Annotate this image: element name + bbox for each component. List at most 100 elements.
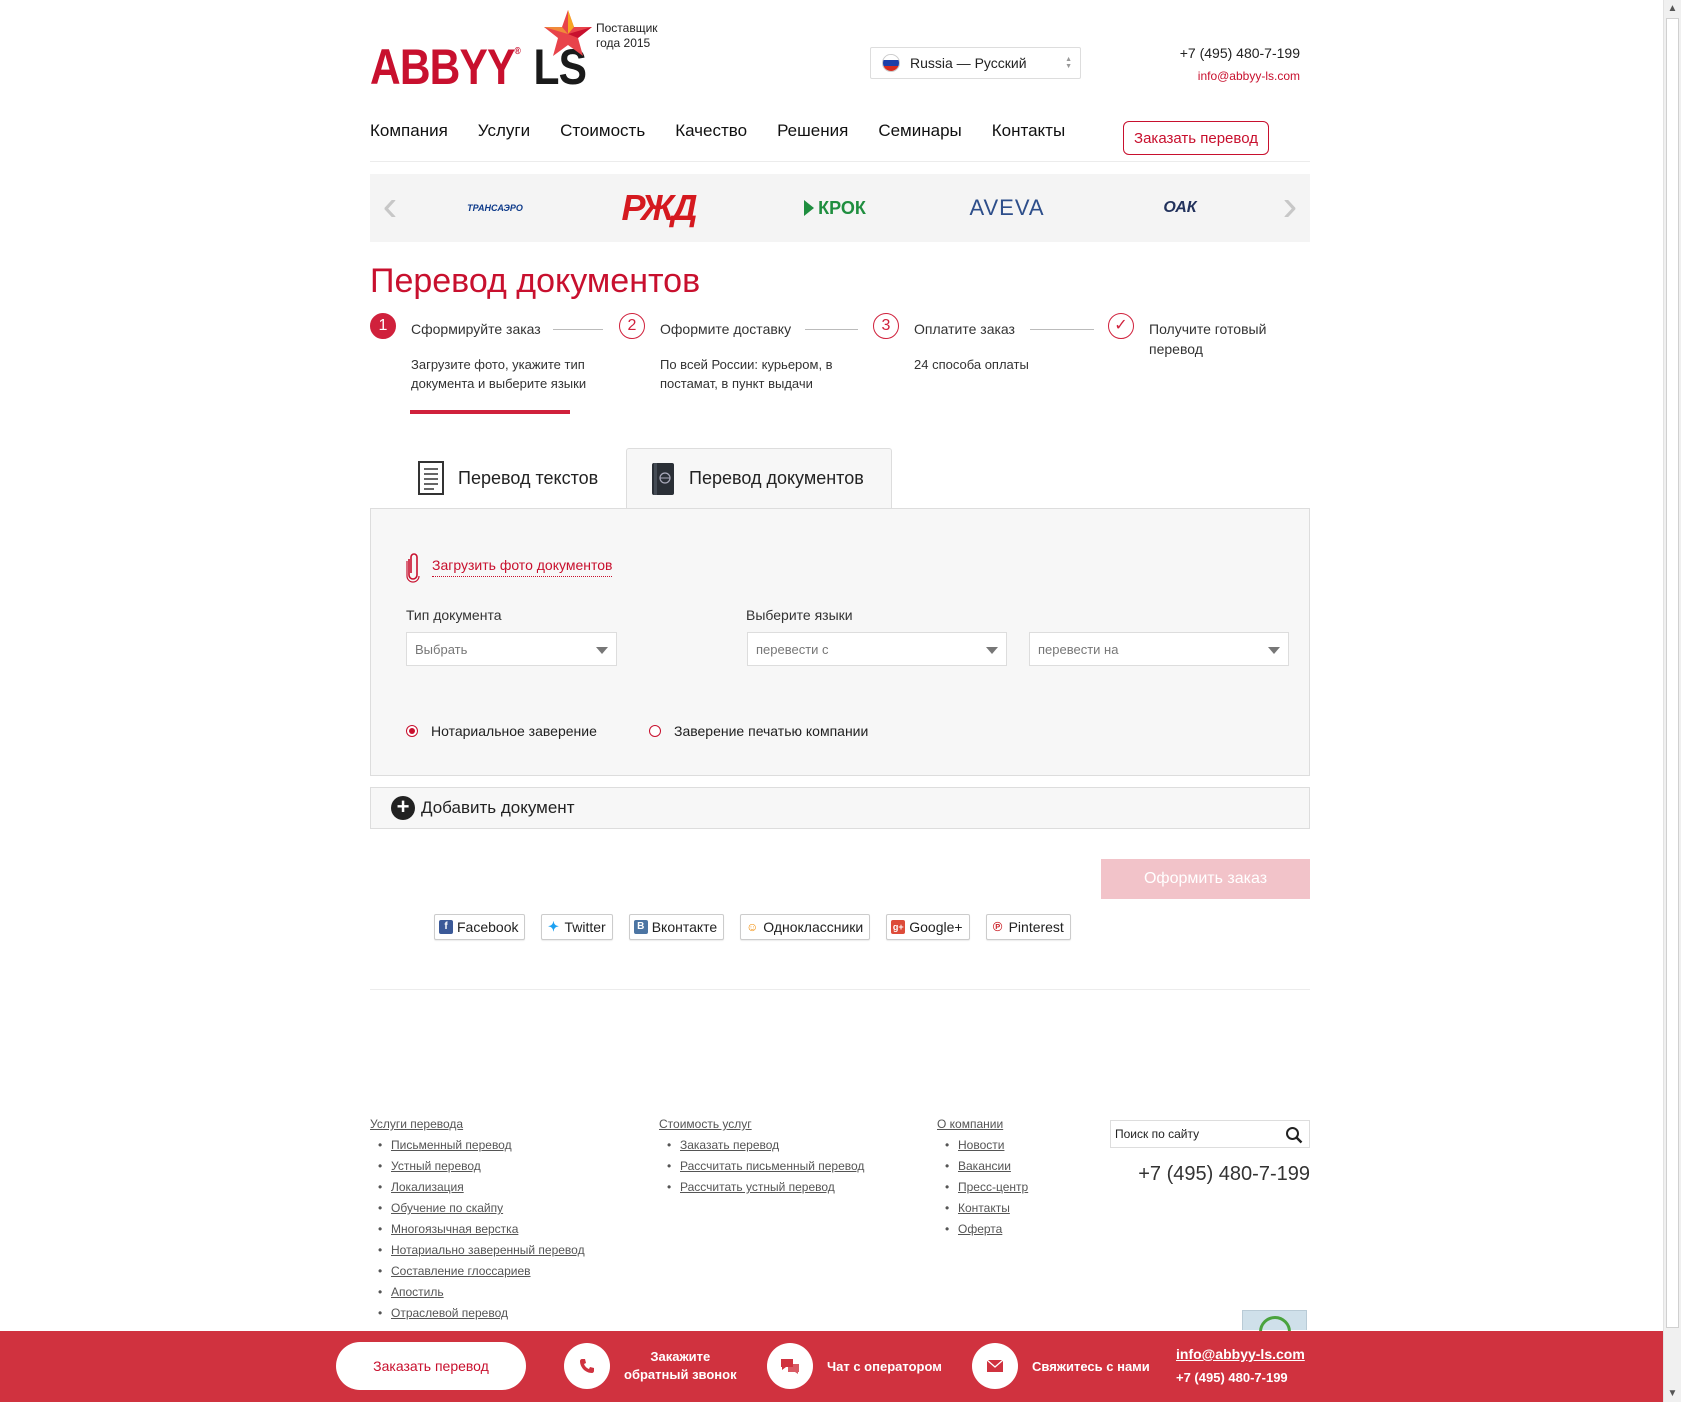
registered-mark: ® xyxy=(514,46,521,57)
bar-order-button[interactable]: Заказать перевод xyxy=(336,1342,526,1390)
target-language-placeholder: перевести на xyxy=(1038,641,1119,657)
footer-company-heading[interactable]: О компании xyxy=(937,1117,1028,1132)
bar-contact-button[interactable]: Свяжитесь с нами xyxy=(972,1343,1150,1389)
nav-item-pricing[interactable]: Стоимость xyxy=(560,121,645,141)
share-facebook-label: Facebook xyxy=(457,919,519,935)
radio-company-seal-control[interactable] xyxy=(649,725,661,737)
footer-link-label: Апостиль xyxy=(391,1285,444,1299)
footer-link-label: Письменный перевод xyxy=(391,1138,512,1152)
share-odnoklassniki-label: Одноклассники xyxy=(763,919,864,935)
target-language-select[interactable]: перевести на xyxy=(1029,632,1289,666)
footer-link-label: Обучение по скайпу xyxy=(391,1201,504,1215)
select-updown-icon: ▲ ▼ xyxy=(1065,56,1072,70)
footer-link[interactable]: Пресс-центр xyxy=(937,1180,1028,1195)
footer-link[interactable]: Обучение по скайпу xyxy=(370,1201,585,1216)
bar-email-link[interactable]: info@abbyy-ls.com xyxy=(1176,1342,1305,1366)
add-document-button[interactable]: + Добавить документ xyxy=(370,787,1310,829)
footer-link[interactable]: Составление глоссариев xyxy=(370,1264,585,1279)
client-logo-aveva: AVEVA xyxy=(969,195,1045,220)
footer-link[interactable]: Устный перевод xyxy=(370,1159,585,1174)
footer-phone[interactable]: +7 (495) 480-7-199 xyxy=(1110,1163,1310,1186)
submit-order-button[interactable]: Оформить заказ xyxy=(1101,859,1310,899)
language-select[interactable]: Russia — Русский ▲ ▼ xyxy=(870,47,1081,79)
order-translation-button[interactable]: Заказать перевод xyxy=(1123,121,1269,155)
bar-contact-label: Свяжитесь с нами xyxy=(1032,1358,1150,1374)
carousel-prev-icon[interactable]: ‹ xyxy=(380,184,400,228)
share-twitter-button[interactable]: ✦ Twitter xyxy=(541,914,613,940)
footer-link-label: Устный перевод xyxy=(391,1159,481,1173)
chat-widget-icon[interactable] xyxy=(1242,1310,1307,1348)
share-facebook-button[interactable]: f Facebook xyxy=(434,914,526,940)
footer-link[interactable]: Письменный перевод xyxy=(370,1138,585,1153)
tab-text-translation[interactable]: Перевод текстов xyxy=(402,448,622,508)
nav-item-company[interactable]: Компания xyxy=(370,121,448,141)
pinterest-icon: ℗ xyxy=(990,920,1005,934)
header-phone[interactable]: +7 (495) 480-7-199 xyxy=(1160,45,1300,61)
plus-circle-icon: + xyxy=(391,796,415,820)
footer-link[interactable]: Отраслевой перевод xyxy=(370,1306,585,1321)
step-3-number: 3 xyxy=(873,313,899,339)
doc-type-select[interactable]: Выбрать xyxy=(406,632,617,666)
footer-link[interactable]: Вакансии xyxy=(937,1159,1028,1174)
share-pinterest-label: Pinterest xyxy=(1008,919,1064,935)
vertical-scrollbar[interactable]: ▲ ▼ xyxy=(1663,0,1681,1402)
footer-link[interactable]: Оферта xyxy=(937,1222,1028,1237)
radio-company-seal[interactable]: Заверение печатью компании xyxy=(649,723,868,739)
share-googleplus-button[interactable]: g+ Google+ xyxy=(886,914,970,940)
abbyy-ls-logo[interactable]: ABBYY® LS Поставщик года 2015 xyxy=(370,8,660,95)
footer-link[interactable]: Заказать перевод xyxy=(659,1138,864,1153)
footer-link[interactable]: Рассчитать письменный перевод xyxy=(659,1159,864,1174)
nav-item-seminars[interactable]: Семинары xyxy=(878,121,961,141)
scroll-up-icon[interactable]: ▲ xyxy=(1664,0,1681,17)
step-3-description: 24 способа оплаты xyxy=(914,357,1029,372)
clients-carousel: ‹ ТРАНСАЭРО РЖД КРОК AVEVA ОАК › xyxy=(370,174,1310,242)
share-pinterest-button[interactable]: ℗ Pinterest xyxy=(985,914,1071,940)
footer-services-heading[interactable]: Услуги перевода xyxy=(370,1117,585,1132)
award-line-1: Поставщик xyxy=(596,21,658,35)
step-4-title: Получите готовый перевод xyxy=(1149,321,1267,357)
nav-item-quality[interactable]: Качество xyxy=(675,121,747,141)
footer-link[interactable]: Новости xyxy=(937,1138,1028,1153)
share-vkontakte-button[interactable]: B Вконтакте xyxy=(628,914,725,940)
chat-bubble-icon xyxy=(767,1343,813,1389)
envelope-icon xyxy=(972,1343,1018,1389)
search-icon[interactable] xyxy=(1285,1126,1303,1144)
footer-pricing-heading[interactable]: Стоимость услуг xyxy=(659,1117,864,1132)
site-search-input[interactable]: Поиск по сайту xyxy=(1110,1120,1310,1148)
footer-link[interactable]: Многоязычная верстка xyxy=(370,1222,585,1237)
source-language-select[interactable]: перевести с xyxy=(747,632,1007,666)
share-twitter-label: Twitter xyxy=(564,919,606,935)
step-connector xyxy=(1030,329,1094,330)
bar-callback-button[interactable]: Закажите обратный звонок xyxy=(564,1343,737,1389)
footer-link[interactable]: Апостиль xyxy=(370,1285,585,1300)
bar-phone[interactable]: +7 (495) 480-7-199 xyxy=(1176,1366,1305,1390)
share-googleplus-label: Google+ xyxy=(909,919,963,935)
step-progress-bar xyxy=(410,410,570,414)
footer-link[interactable]: Контакты xyxy=(937,1201,1028,1216)
header-email[interactable]: info@abbyy-ls.com xyxy=(1160,69,1300,83)
award-line-2: года 2015 xyxy=(596,36,651,50)
doc-type-label: Тип документа xyxy=(406,607,502,623)
footer-link-label: Пресс-центр xyxy=(958,1180,1029,1194)
languages-label: Выберите языки xyxy=(746,607,853,623)
share-odnoklassniki-button[interactable]: ☺ Одноклассники xyxy=(740,914,871,940)
scrollbar-thumb[interactable] xyxy=(1666,18,1679,1328)
bar-contact-info: info@abbyy-ls.com +7 (495) 480-7-199 xyxy=(1176,1342,1305,1390)
radio-notary[interactable]: Нотариальное заверение xyxy=(406,723,597,739)
facebook-icon: f xyxy=(439,920,453,934)
tab-document-translation[interactable]: Перевод документов xyxy=(626,448,892,508)
bar-chat-button[interactable]: Чат с оператором xyxy=(767,1343,942,1389)
carousel-next-icon[interactable]: › xyxy=(1280,184,1300,228)
footer-link[interactable]: Нотариально заверенный перевод xyxy=(370,1243,585,1258)
star-icon xyxy=(544,10,592,56)
radio-notary-control[interactable] xyxy=(406,725,418,737)
footer-link[interactable]: Рассчитать устный перевод xyxy=(659,1180,864,1195)
award-caption: Поставщик года 2015 xyxy=(596,21,658,51)
nav-item-services[interactable]: Услуги xyxy=(478,121,530,141)
nav-item-contacts[interactable]: Контакты xyxy=(992,121,1065,141)
scroll-down-icon[interactable]: ▼ xyxy=(1664,1385,1681,1402)
upload-photos-link[interactable]: Загрузить фото документов xyxy=(404,551,613,583)
footer-link[interactable]: Локализация xyxy=(370,1180,585,1195)
footer-divider xyxy=(370,989,1310,990)
nav-item-solutions[interactable]: Решения xyxy=(777,121,848,141)
